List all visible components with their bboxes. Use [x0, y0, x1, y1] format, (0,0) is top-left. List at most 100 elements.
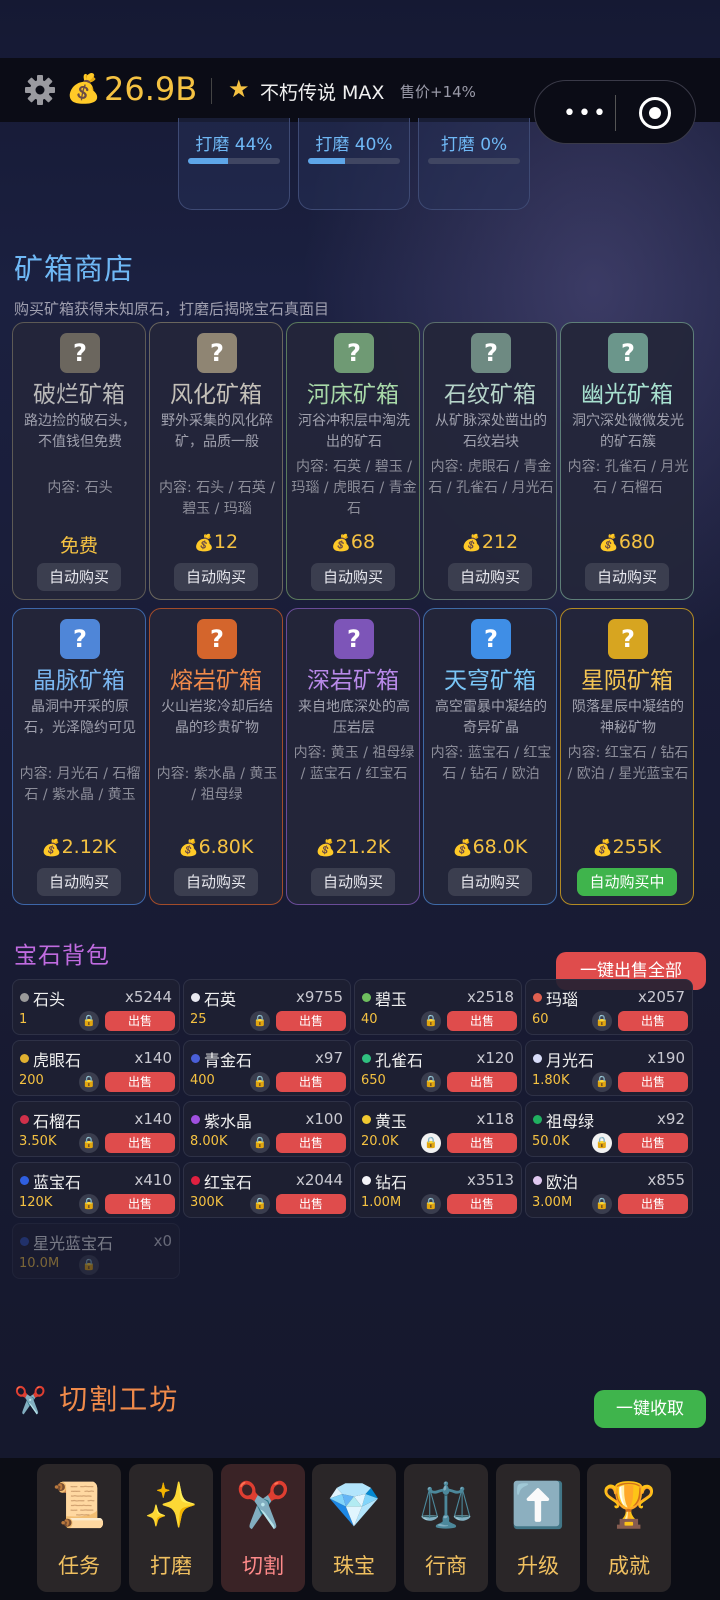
sell-button[interactable]: 出售	[105, 1194, 175, 1214]
box-price-value: 680	[618, 531, 656, 553]
box-description: 高空雷暴中凝结的奇异矿晶	[435, 699, 547, 736]
auto-buy-button[interactable]: 自动购买	[311, 563, 395, 591]
box-price: 💰68.0K	[424, 836, 556, 858]
shop-box: ? 石纹矿箱 从矿脉深处凿出的石纹岩块 内容: 虎眼石 / 青金石 / 孔雀石 / 月…	[423, 322, 557, 600]
box-name: 河床矿箱	[307, 382, 399, 408]
sell-button[interactable]: 出售	[618, 1133, 688, 1153]
auto-buy-button[interactable]: 自动购买	[37, 563, 121, 591]
gem-color-dot	[362, 1176, 371, 1185]
polish-slot[interactable]: 打磨 40%	[298, 118, 410, 210]
sell-button[interactable]: 出售	[447, 1133, 517, 1153]
sell-button[interactable]: 出售	[276, 1011, 346, 1031]
lock-icon[interactable]: 🔒	[79, 1194, 99, 1214]
sell-button[interactable]: 出售	[618, 1194, 688, 1214]
diamond-icon: 💎	[326, 1480, 382, 1531]
lock-icon[interactable]: 🔒	[592, 1194, 612, 1214]
gem-count: x3513	[466, 1171, 514, 1189]
sell-button[interactable]: 出售	[105, 1133, 175, 1153]
close-target-icon[interactable]	[639, 97, 671, 129]
lock-icon[interactable]: 🔒	[421, 1133, 441, 1153]
gem-price: 1.80K	[532, 1073, 570, 1088]
lock-icon[interactable]: 🔒	[250, 1072, 270, 1092]
auto-buy-button[interactable]: 自动购买	[174, 868, 258, 896]
shop-subtitle: 购买矿箱获得未知原石，打磨后揭晓宝石真面目	[14, 300, 330, 318]
auto-buy-button[interactable]: 自动购买	[174, 563, 258, 591]
bottom-nav: 📜 任务 ✨ 打磨 ✂️ 切割 💎 珠宝 ⚖️ 行商 ⬆️ 升级 🏆 成就	[0, 1458, 720, 1600]
auto-buy-button[interactable]: 自动购买	[448, 868, 532, 896]
nav-item-行商[interactable]: ⚖️ 行商	[404, 1464, 488, 1592]
sell-button[interactable]: 出售	[618, 1011, 688, 1031]
sell-button[interactable]: 出售	[276, 1194, 346, 1214]
gem-count: x410	[134, 1171, 172, 1189]
more-icon[interactable]: •••	[563, 101, 608, 126]
gem-item: 青金石 x97 400 🔒 出售	[183, 1040, 351, 1096]
gem-name: 红宝石	[204, 1173, 253, 1192]
auto-buy-button[interactable]: 自动购买	[37, 868, 121, 896]
auto-buy-button[interactable]: 自动购买	[448, 563, 532, 591]
gem-price: 60	[532, 1012, 549, 1027]
gem-count: x855	[647, 1171, 685, 1189]
polish-slot[interactable]: 打磨 0%	[418, 118, 530, 210]
question-icon: ?	[608, 619, 648, 659]
money-bag-icon: 💰	[41, 838, 62, 857]
sell-button[interactable]: 出售	[618, 1072, 688, 1092]
polish-slot-label: 打磨 0%	[440, 135, 508, 155]
nav-item-任务[interactable]: 📜 任务	[37, 1464, 121, 1592]
lock-icon[interactable]: 🔒	[79, 1133, 99, 1153]
mini-program-capsule: •••	[534, 80, 696, 144]
box-name: 熔岩矿箱	[170, 668, 262, 694]
lock-icon[interactable]: 🔒	[250, 1011, 270, 1031]
gem-name: 欧泊	[546, 1173, 579, 1192]
gem-price: 50.0K	[532, 1134, 570, 1149]
nav-item-珠宝[interactable]: 💎 珠宝	[312, 1464, 396, 1592]
lock-icon[interactable]: 🔒	[79, 1011, 99, 1031]
shop-box: ? 河床矿箱 河谷冲积层中淘洗出的矿石 内容: 石英 / 碧玉 / 玛瑙 / 虎眼石 …	[286, 322, 420, 600]
sell-button[interactable]: 出售	[105, 1011, 175, 1031]
sell-button[interactable]: 出售	[276, 1072, 346, 1092]
box-name: 风化矿箱	[170, 382, 262, 408]
auto-buy-button[interactable]: 自动购买中	[577, 868, 677, 896]
lock-icon[interactable]: 🔒	[250, 1194, 270, 1214]
nav-item-切割[interactable]: ✂️ 切割	[221, 1464, 305, 1592]
lock-icon[interactable]: 🔒	[421, 1011, 441, 1031]
sell-button[interactable]: 出售	[276, 1133, 346, 1153]
polish-progress-bar	[188, 158, 280, 164]
gem-item: 钻石 x3513 1.00M 🔒 出售	[354, 1162, 522, 1218]
box-description: 河谷冲积层中淘洗出的矿石	[298, 413, 410, 450]
lock-icon[interactable]: 🔒	[592, 1072, 612, 1092]
polish-slot[interactable]: 打磨 44%	[178, 118, 290, 210]
auto-buy-button[interactable]: 自动购买	[311, 868, 395, 896]
money-bag-icon: 💰	[193, 533, 214, 552]
gem-name: 祖母绿	[546, 1112, 595, 1131]
trophy-icon: 🏆	[601, 1480, 657, 1531]
lock-icon[interactable]: 🔒	[421, 1072, 441, 1092]
gem-price: 25	[190, 1012, 207, 1027]
shop-box: ? 风化矿箱 野外采集的风化碎矿，品质一般 内容: 石头 / 石英 / 碧玉 / 玛瑙…	[149, 322, 283, 600]
collect-all-button[interactable]: 一键收取	[594, 1390, 706, 1428]
gem-name: 虎眼石	[33, 1051, 82, 1070]
box-description: 路边捡的破石头，不值钱但免费	[24, 413, 136, 450]
sell-button[interactable]: 出售	[447, 1011, 517, 1031]
gem-count: x2044	[295, 1171, 343, 1189]
nav-item-成就[interactable]: 🏆 成就	[587, 1464, 671, 1592]
gear-icon[interactable]	[24, 74, 56, 106]
lock-icon[interactable]: 🔒	[592, 1133, 612, 1153]
shop-box: ? 天穹矿箱 高空雷暴中凝结的奇异矿晶 内容: 蓝宝石 / 红宝石 / 钻石 / 欧泊…	[423, 608, 557, 905]
lock-icon[interactable]: 🔒	[592, 1011, 612, 1031]
lock-icon[interactable]: 🔒	[79, 1255, 99, 1275]
money-bag-icon: 💰	[330, 533, 351, 552]
sell-button[interactable]: 出售	[105, 1072, 175, 1092]
nav-item-升级[interactable]: ⬆️ 升级	[496, 1464, 580, 1592]
lock-icon[interactable]: 🔒	[421, 1194, 441, 1214]
lock-icon[interactable]: 🔒	[79, 1072, 99, 1092]
gem-color-dot	[533, 1115, 542, 1124]
lock-icon[interactable]: 🔒	[250, 1133, 270, 1153]
sell-button[interactable]: 出售	[447, 1072, 517, 1092]
sell-button[interactable]: 出售	[447, 1194, 517, 1214]
auto-buy-button[interactable]: 自动购买	[585, 563, 669, 591]
box-price: 💰680	[561, 531, 693, 553]
nav-item-打磨[interactable]: ✨ 打磨	[129, 1464, 213, 1592]
nav-label: 行商	[425, 1554, 467, 1578]
box-name: 天穹矿箱	[444, 668, 536, 694]
sparkles-icon: ✨	[143, 1480, 199, 1531]
